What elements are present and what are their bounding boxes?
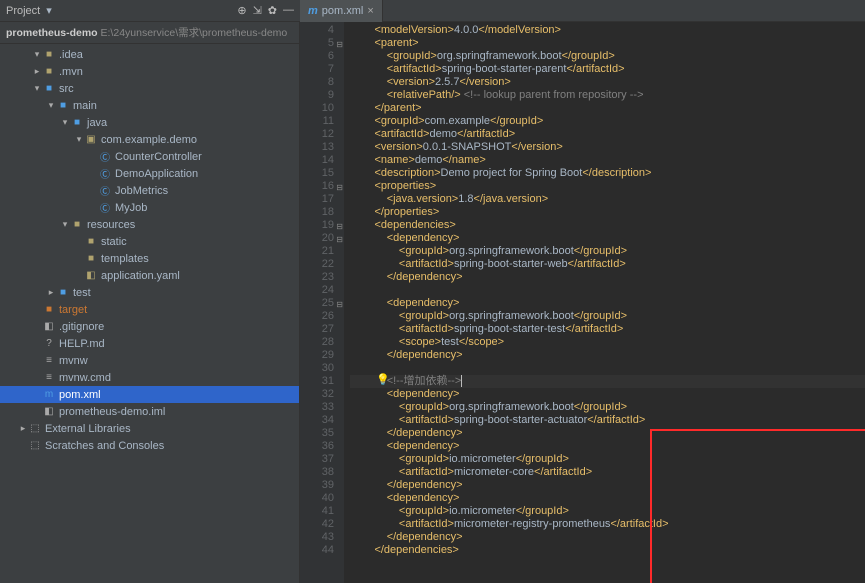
tree-item[interactable]: ⒸDemoApplication: [0, 165, 299, 182]
tree-item[interactable]: ◧application.yaml: [0, 267, 299, 284]
tree-item[interactable]: ▾■main: [0, 97, 299, 114]
tree-item[interactable]: mpom.xml: [0, 386, 299, 403]
tree-item[interactable]: ▸■.mvn: [0, 63, 299, 80]
tree-item[interactable]: ▾■.idea: [0, 46, 299, 63]
file-tree[interactable]: ▾■.idea▸■.mvn▾■src▾■main▾■java▾▣com.exam…: [0, 44, 299, 454]
code-editor[interactable]: 45⊟678910111213141516⊟171819⊟20⊟21222324…: [300, 22, 865, 583]
tree-item[interactable]: ≡mvnw: [0, 352, 299, 369]
close-icon[interactable]: ×: [367, 5, 373, 17]
hide-icon[interactable]: —: [283, 4, 294, 17]
tree-item[interactable]: ◧prometheus-demo.iml: [0, 403, 299, 420]
locate-icon[interactable]: ⊕: [237, 4, 246, 17]
tree-item[interactable]: ▾■java: [0, 114, 299, 131]
maven-icon: m: [308, 5, 318, 17]
tree-item[interactable]: ◧.gitignore: [0, 318, 299, 335]
tab-title: pom.xml: [322, 5, 364, 17]
tree-item[interactable]: ⒸJobMetrics: [0, 182, 299, 199]
tree-item[interactable]: ⬚Scratches and Consoles: [0, 437, 299, 454]
tree-item[interactable]: ▾■src: [0, 80, 299, 97]
tree-item[interactable]: ■templates: [0, 250, 299, 267]
tree-item[interactable]: ?HELP.md: [0, 335, 299, 352]
project-sidebar[interactable]: prometheus-demo E:\24yunservice\需求\prome…: [0, 22, 300, 583]
code-content[interactable]: <modelVersion>4.0.0</modelVersion> <pare…: [344, 22, 865, 583]
tree-item[interactable]: ▾■resources: [0, 216, 299, 233]
settings-icon[interactable]: ✿: [268, 4, 277, 17]
expand-icon[interactable]: ⇲: [253, 4, 262, 17]
title-bar: Project ▾ ⊕ ⇲ ✿ — m pom.xml ×: [0, 0, 865, 22]
tree-item[interactable]: ▸■test: [0, 284, 299, 301]
breadcrumb: prometheus-demo E:\24yunservice\需求\prome…: [0, 22, 299, 44]
tree-item[interactable]: ▾▣com.example.demo: [0, 131, 299, 148]
tree-item[interactable]: ■static: [0, 233, 299, 250]
project-label[interactable]: Project: [6, 5, 40, 17]
tree-item[interactable]: ▸⬚External Libraries: [0, 420, 299, 437]
tree-item[interactable]: ≡mvnw.cmd: [0, 369, 299, 386]
project-dropdown-icon[interactable]: ▾: [46, 4, 52, 17]
tree-item[interactable]: ⒸMyJob: [0, 199, 299, 216]
editor-tab[interactable]: m pom.xml ×: [300, 0, 383, 22]
tree-item[interactable]: ⒸCounterController: [0, 148, 299, 165]
line-gutter: 45⊟678910111213141516⊟171819⊟20⊟21222324…: [300, 22, 344, 583]
tree-item[interactable]: ■target: [0, 301, 299, 318]
